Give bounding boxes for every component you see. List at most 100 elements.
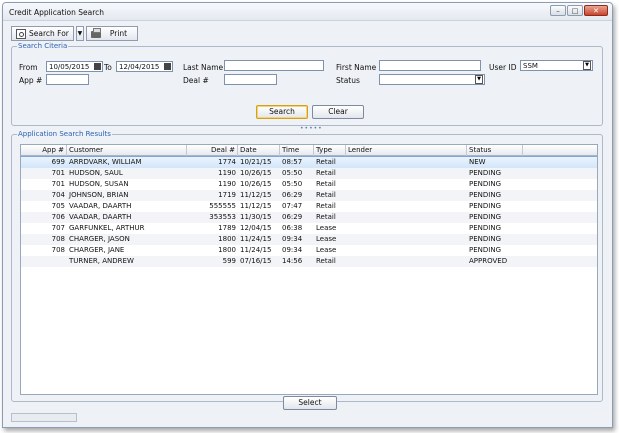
splitter-handle[interactable]: ••••• bbox=[300, 125, 323, 132]
cell-date: 11/24/15 bbox=[240, 235, 272, 243]
cell-status: PENDING bbox=[469, 180, 501, 188]
user-id-label: User ID bbox=[489, 63, 517, 72]
cell-app-number: 704 bbox=[51, 191, 65, 199]
cell-type: Lease bbox=[316, 246, 337, 254]
cell-status: PENDING bbox=[469, 224, 501, 232]
to-label: To bbox=[104, 63, 112, 72]
table-row[interactable]: 708 CHARGER, JASON 1800 11/24/15 09:34 Lease P… bbox=[21, 234, 597, 245]
column-header-status[interactable]: Status bbox=[467, 145, 523, 156]
maximize-button[interactable]: □ bbox=[567, 5, 583, 16]
cell-time: 05:50 bbox=[282, 180, 303, 188]
cell-customer: TURNER, ANDREW bbox=[69, 257, 134, 265]
cell-customer: VAADAR, DAARTH bbox=[69, 213, 132, 221]
first-name-field[interactable] bbox=[379, 60, 481, 71]
title-bar: Credit Application Search – □ ✕ bbox=[3, 3, 612, 21]
cell-customer: HUDSON, SAUL bbox=[69, 169, 123, 177]
cell-lender bbox=[346, 201, 467, 212]
search-for-button[interactable]: Search For bbox=[11, 26, 74, 41]
table-row[interactable]: TURNER, ANDREW 599 07/16/15 14:56 Retail APPR… bbox=[21, 256, 597, 267]
column-header-lender[interactable]: Lender bbox=[346, 145, 467, 156]
table-row[interactable]: 701 HUDSON, SUSAN 1190 10/26/15 05:50 Retail P… bbox=[21, 179, 597, 190]
cell-date: 11/30/15 bbox=[240, 213, 272, 221]
last-name-field[interactable] bbox=[224, 60, 324, 71]
user-id-value: SSM bbox=[523, 62, 538, 70]
select-button[interactable]: Select bbox=[283, 396, 337, 410]
table-row[interactable]: 707 GARFUNKEL, ARTHUR 1789 12/04/15 06:38 Lea… bbox=[21, 223, 597, 234]
to-date-field[interactable]: 12/04/2015 bbox=[116, 61, 173, 72]
cell-date: 10/21/15 bbox=[240, 158, 272, 166]
table-row[interactable]: 705 VAADAR, DAARTH 555555 11/12/15 07:47 Reta… bbox=[21, 201, 597, 212]
column-header-customer[interactable]: Customer bbox=[67, 145, 187, 156]
cell-type: Lease bbox=[316, 235, 337, 243]
cell-time: 06:29 bbox=[282, 213, 303, 221]
cell-deal-number: 1719 bbox=[218, 191, 236, 199]
cell-customer: VAADAR, DAARTH bbox=[69, 202, 132, 210]
cell-time: 09:34 bbox=[282, 246, 303, 254]
cell-status: PENDING bbox=[469, 235, 501, 243]
close-button[interactable]: ✕ bbox=[584, 5, 608, 16]
cell-lender bbox=[346, 234, 467, 245]
window-title: Credit Application Search bbox=[9, 8, 104, 17]
calendar-icon[interactable] bbox=[164, 63, 171, 70]
chevron-down-icon[interactable]: ▼ bbox=[583, 61, 591, 70]
table-row[interactable]: 701 HUDSON, SAUL 1190 10/26/15 05:50 Retail PE… bbox=[21, 168, 597, 179]
search-criteria-title: Search Citeria bbox=[17, 42, 69, 50]
cell-status: PENDING bbox=[469, 202, 501, 210]
cell-customer: HUDSON, SUSAN bbox=[69, 180, 129, 188]
cell-date: 10/26/15 bbox=[240, 180, 272, 188]
close-icon: ✕ bbox=[593, 6, 599, 15]
cell-lender bbox=[346, 223, 467, 234]
cell-customer: ARRDVARK, WILLIAM bbox=[69, 158, 142, 166]
minimize-button[interactable]: – bbox=[550, 5, 566, 16]
search-results-title: Application Search Results bbox=[17, 130, 112, 138]
to-date-value: 12/04/2015 bbox=[119, 63, 160, 71]
search-button[interactable]: Search bbox=[256, 105, 308, 119]
column-header-deal-number[interactable]: Deal # bbox=[187, 145, 238, 156]
cell-date: 11/12/15 bbox=[240, 191, 272, 199]
from-date-field[interactable]: 10/05/2015 bbox=[46, 61, 103, 72]
cell-date: 07/16/15 bbox=[240, 257, 272, 265]
cell-customer: CHARGER, JANE bbox=[69, 246, 125, 254]
cell-type: Retail bbox=[316, 213, 336, 221]
table-row[interactable]: 699 ARRDVARK, WILLIAM 1774 10/21/15 08:57 Ret… bbox=[21, 156, 597, 169]
calendar-icon[interactable] bbox=[94, 63, 101, 70]
app-number-field[interactable] bbox=[46, 74, 89, 85]
cell-date: 11/12/15 bbox=[240, 202, 272, 210]
from-date-value: 10/05/2015 bbox=[49, 63, 90, 71]
table-row[interactable]: 706 VAADAR, DAARTH 353553 11/30/15 06:29 Reta… bbox=[21, 212, 597, 223]
table-row[interactable]: 708 CHARGER, JANE 1800 11/24/15 09:34 Lease PE… bbox=[21, 245, 597, 256]
status-bar bbox=[11, 413, 77, 422]
cell-deal-number: 1774 bbox=[218, 158, 236, 166]
chevron-down-icon[interactable]: ▼ bbox=[475, 75, 483, 84]
status-combo[interactable]: ▼ bbox=[379, 74, 485, 85]
cell-time: 06:38 bbox=[282, 224, 303, 232]
minimize-icon: – bbox=[556, 6, 560, 15]
cell-deal-number: 1789 bbox=[218, 224, 236, 232]
cell-type: Retail bbox=[316, 180, 336, 188]
column-header-type[interactable]: Type bbox=[314, 145, 346, 156]
cell-lender bbox=[346, 179, 467, 190]
cell-deal-number: 599 bbox=[222, 257, 236, 265]
app-number-label: App # bbox=[19, 76, 43, 85]
cell-status: PENDING bbox=[469, 191, 501, 199]
cell-app-number: 701 bbox=[51, 180, 65, 188]
user-id-combo[interactable]: SSM ▼ bbox=[520, 60, 593, 71]
cell-type: Retail bbox=[316, 257, 336, 265]
print-button[interactable]: Print bbox=[85, 26, 138, 41]
cell-deal-number: 1190 bbox=[218, 180, 236, 188]
results-grid[interactable]: App # Customer Deal # Date Time Type Lender Sta… bbox=[20, 144, 598, 395]
column-header-time[interactable]: Time bbox=[280, 145, 314, 156]
column-header-app-number[interactable]: App # bbox=[21, 145, 67, 156]
cell-lender bbox=[346, 245, 467, 256]
maximize-icon: □ bbox=[571, 6, 579, 15]
deal-number-field[interactable] bbox=[224, 74, 277, 85]
cell-lender bbox=[346, 168, 467, 179]
clear-button[interactable]: Clear bbox=[312, 105, 364, 119]
search-for-dropdown-button[interactable]: ▼ bbox=[75, 26, 84, 41]
cell-customer: GARFUNKEL, ARTHUR bbox=[69, 224, 145, 232]
cell-deal-number: 353553 bbox=[209, 213, 236, 221]
deal-number-label: Deal # bbox=[183, 76, 209, 85]
table-row[interactable]: 704 JOHNSON, BRIAN 1719 11/12/15 06:29 Retail… bbox=[21, 190, 597, 201]
column-header-date[interactable]: Date bbox=[238, 145, 280, 156]
from-label: From bbox=[19, 63, 38, 72]
